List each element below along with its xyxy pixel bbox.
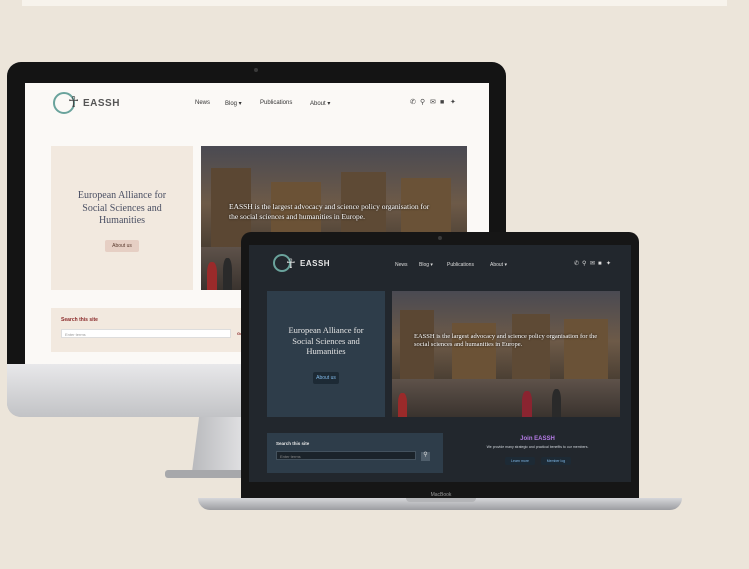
join-panel: Join EASSH We provide many strategic and…: [455, 433, 620, 473]
nav-about[interactable]: About ▾: [490, 262, 507, 268]
search-label: Search this site: [276, 441, 310, 446]
nav-news[interactable]: News: [195, 100, 210, 106]
person: [207, 262, 217, 290]
hero-text: EASSH is the largest advocacy and scienc…: [414, 333, 598, 349]
nav-publications[interactable]: Publications: [447, 262, 474, 268]
person: [223, 258, 232, 290]
person: [398, 393, 407, 417]
hero-title: European Alliance for Social Sciences an…: [288, 325, 364, 357]
learn-more-button[interactable]: Learn more: [505, 457, 535, 465]
search-icon[interactable]: ⚲: [582, 261, 586, 268]
light-nav-bar: ☥ EASSH News Blog ▾ Publications About ▾…: [25, 83, 489, 123]
building: [452, 322, 496, 380]
phone-icon[interactable]: ✆: [410, 99, 416, 106]
person: [552, 389, 561, 417]
top-strip: [22, 0, 727, 6]
imac-camera: [254, 68, 258, 72]
email-icon[interactable]: ✉: [430, 99, 436, 106]
member-login-button[interactable]: Member log: [541, 457, 571, 465]
logo-text[interactable]: EASSH: [300, 259, 330, 268]
light-hero-box: European Alliance for Social Sciences an…: [51, 146, 193, 290]
twitter-icon[interactable]: ✦: [450, 99, 456, 106]
phone-icon[interactable]: ✆: [574, 261, 579, 268]
email-icon[interactable]: ✉: [590, 261, 595, 268]
macbook-screen-dark-site: ☥ EASSH News Blog ▾ Publications About ▾…: [249, 245, 631, 482]
nav-news[interactable]: News: [395, 262, 408, 268]
twitter-icon[interactable]: ✦: [606, 261, 611, 268]
nav-about[interactable]: About ▾: [310, 100, 330, 107]
linkedin-icon[interactable]: ■: [598, 261, 602, 268]
dark-search-box: Search this site Enter terms ⚲: [267, 433, 443, 473]
nav-publications[interactable]: Publications: [260, 100, 292, 106]
logo-text[interactable]: EASSH: [83, 98, 120, 109]
light-search-box: Search this site Enter terms Go: [51, 308, 261, 352]
photo-crowd: [392, 379, 620, 417]
search-submit-icon[interactable]: ⚲: [421, 452, 430, 461]
hero-text: EASSH is the largest advocacy and scienc…: [229, 202, 430, 221]
hero-photo: EASSH is the largest advocacy and scienc…: [392, 291, 620, 417]
macbook-label: MacBook: [430, 492, 452, 498]
search-label: Search this site: [61, 317, 98, 323]
about-us-button[interactable]: About us: [313, 372, 339, 384]
join-title: Join EASSH: [520, 436, 555, 442]
macbook-camera: [438, 236, 442, 240]
about-us-button[interactable]: About us: [105, 240, 139, 252]
search-input[interactable]: Enter terms: [61, 329, 231, 338]
person: [522, 391, 532, 417]
search-icon[interactable]: ⚲: [420, 99, 425, 106]
search-input[interactable]: Enter terms: [276, 451, 416, 460]
logo-figure-icon: ☥: [68, 94, 80, 111]
nav-blog[interactable]: Blog ▾: [419, 262, 433, 268]
nav-blog[interactable]: Blog ▾: [225, 100, 242, 107]
linkedin-icon[interactable]: ■: [440, 99, 444, 106]
hero-title: European Alliance for Social Sciences an…: [77, 190, 167, 226]
dark-hero-box: European Alliance for Social Sciences an…: [267, 291, 385, 417]
logo-figure-icon: ☥: [286, 256, 296, 271]
macbook-notch: [406, 498, 476, 502]
join-description: We provide many strategic and practical …: [486, 445, 589, 449]
macbook-lid: ☥ EASSH News Blog ▾ Publications About ▾…: [241, 232, 639, 492]
